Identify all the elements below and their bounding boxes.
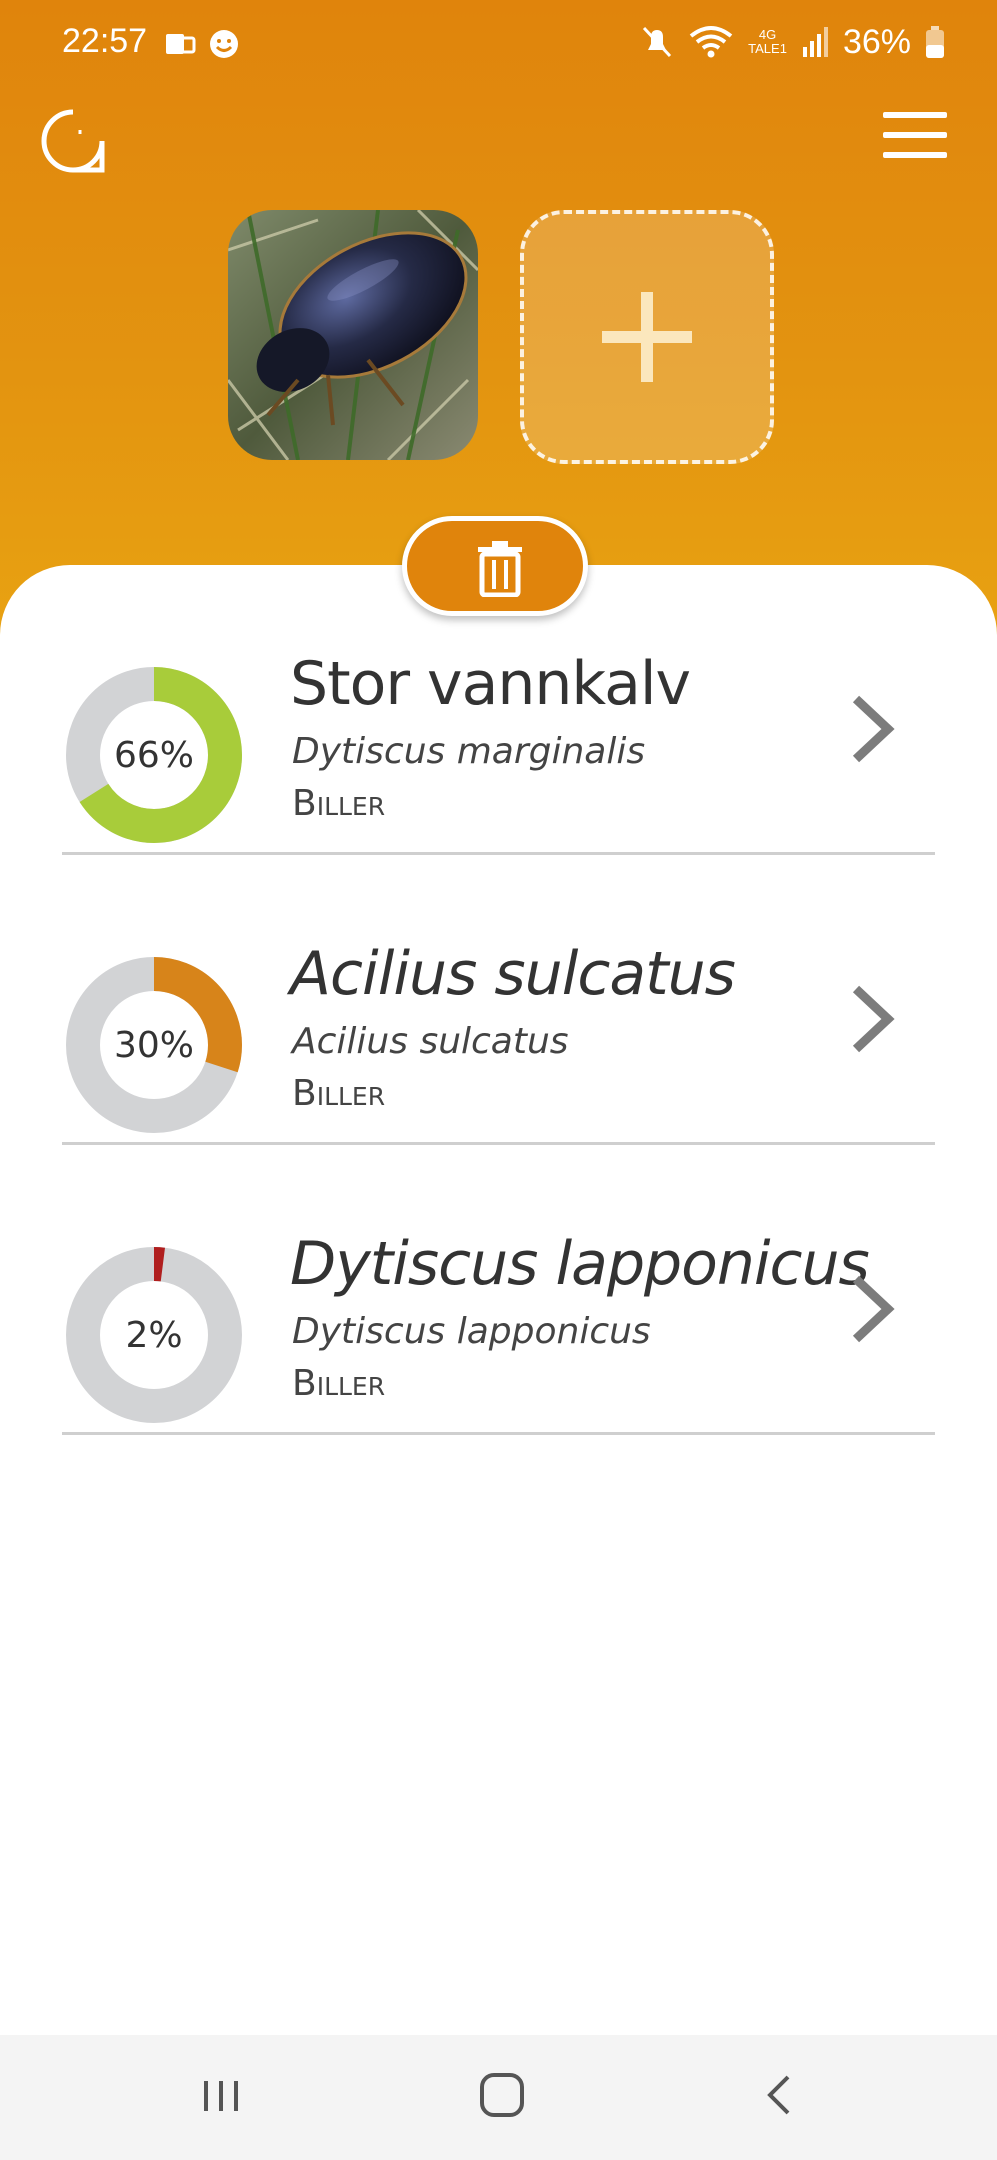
battery-icon [926,26,944,58]
plus-icon [602,292,692,382]
chevron-right-icon[interactable] [848,693,900,765]
battery-percent: 36% [842,22,911,61]
result-row[interactable]: 30% Acilius sulcatus Acilius sulcatus Bille… [62,855,935,1145]
network-sublabel: TALE1 [748,41,787,56]
result-row[interactable]: 2% Dytiscus lapponicus Dytiscus lapponicus… [62,1145,935,1435]
signal-icon [802,27,828,57]
confidence-percent: 30% [113,1024,194,1066]
recent-apps-icon[interactable] [192,2065,252,2125]
results-panel: 66% Stor vannkalv Dytiscus marginalis Bille… [0,565,997,2035]
add-photo-button[interactable] [520,210,774,464]
notification-app-icon [166,34,196,54]
smiley-icon [210,30,238,58]
species-name: Acilius sulcatus [290,939,736,1009]
back-icon[interactable] [752,2065,812,2125]
scientific-name: Acilius sulcatus [292,1021,569,1062]
species-group: Biller [292,783,386,824]
navigation-bar [0,2035,997,2160]
wifi-icon [689,26,733,58]
scientific-name: Dytiscus marginalis [292,731,646,772]
confidence-percent: 66% [113,734,194,776]
home-icon[interactable] [472,2065,532,2125]
species-name: Dytiscus lapponicus [290,1229,870,1299]
status-right: 4G TALE1 36% [640,20,945,64]
notification-icons [166,30,238,58]
status-time: 22:57 [62,22,148,60]
trash-icon [478,541,522,597]
confidence-percent: 2% [125,1314,183,1356]
mute-icon [643,26,672,58]
species-name: Stor vannkalv [290,649,691,719]
network-label: 4G [758,27,777,42]
search-lens-logo-icon[interactable] [40,108,106,174]
beetle-photo[interactable] [228,210,478,460]
species-group: Biller [292,1363,386,1404]
scientific-name: Dytiscus lapponicus [292,1311,651,1352]
chevron-right-icon[interactable] [848,983,900,1055]
row-divider [62,1432,935,1435]
hamburger-menu-icon[interactable] [883,112,947,160]
delete-button[interactable] [402,516,588,616]
status-bar: 22:57 4G TALE1 36% [0,0,997,90]
network-type: 4G TALE1 [748,28,787,56]
chevron-right-icon[interactable] [848,1273,900,1345]
species-group: Biller [292,1073,386,1114]
